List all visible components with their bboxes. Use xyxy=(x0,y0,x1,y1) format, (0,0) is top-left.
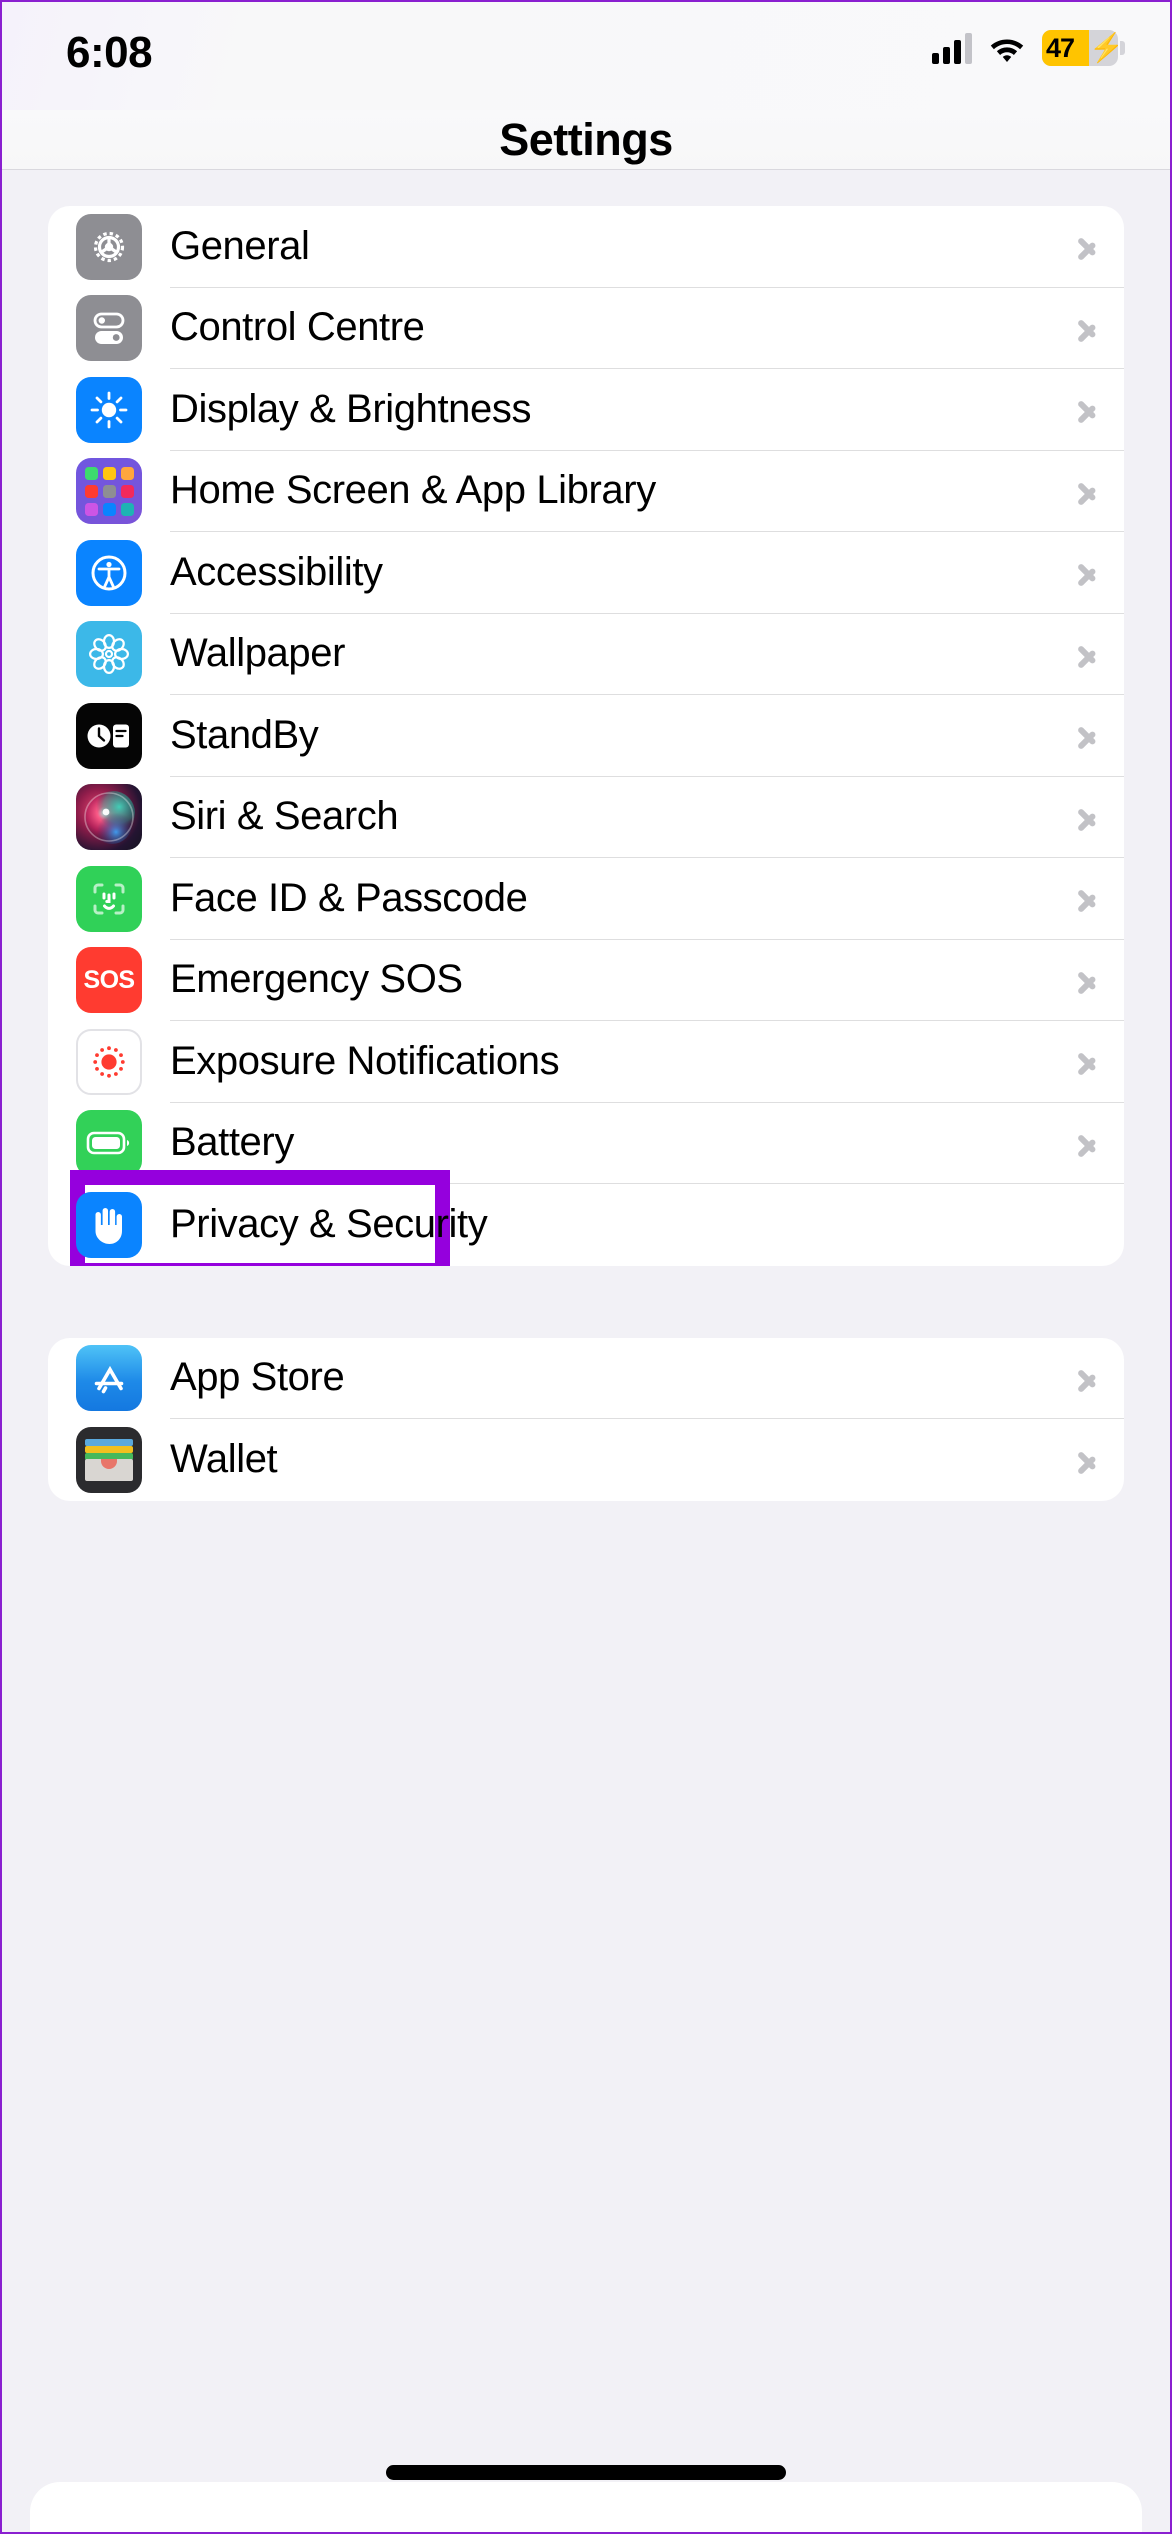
battery-icon xyxy=(76,1110,142,1177)
chevron-right-icon xyxy=(1078,1045,1096,1077)
chevron-right-icon xyxy=(1078,1444,1096,1476)
settings-row-home-screen[interactable]: Home Screen & App Library xyxy=(48,451,1124,532)
settings-scroll-view[interactable]: General Control Centre Display & Brightn… xyxy=(2,206,1170,1501)
exposure-dots-icon xyxy=(76,1028,142,1095)
settings-row-display-brightness[interactable]: Display & Brightness xyxy=(48,369,1124,451)
settings-row-label: App Store xyxy=(170,1355,345,1400)
settings-row-label: Battery xyxy=(170,1120,294,1165)
settings-row-label: General xyxy=(170,223,310,268)
clock-widget-icon xyxy=(76,702,142,769)
chevron-right-icon xyxy=(1078,393,1096,425)
battery-percent: 47 xyxy=(1046,33,1075,63)
chevron-right-icon xyxy=(1078,312,1096,344)
settings-row-label: StandBy xyxy=(170,712,319,757)
flower-icon xyxy=(76,621,142,688)
settings-row-wallet[interactable]: Wallet xyxy=(48,1419,1124,1501)
settings-row-face-id-passcode[interactable]: Face ID & Passcode xyxy=(48,858,1124,940)
bottom-sheet-edge xyxy=(30,2482,1142,2532)
store-settings-group: App Store Wallet xyxy=(48,1337,1124,1501)
phone-screen: 6:08 47 ⚡ Settings General Control Centr… xyxy=(0,0,1172,2534)
settings-row-exposure-notifications[interactable]: Exposure Notifications xyxy=(48,1021,1124,1103)
chevron-right-icon xyxy=(1078,230,1096,262)
accessibility-icon xyxy=(76,539,142,606)
settings-row-label: Siri & Search xyxy=(170,794,399,839)
chevron-right-icon xyxy=(1078,556,1096,588)
gear-icon xyxy=(76,213,142,280)
settings-row-label: Home Screen & App Library xyxy=(170,468,656,513)
settings-row-label: Wallpaper xyxy=(170,631,345,676)
settings-row-app-store[interactable]: App Store xyxy=(48,1338,1124,1419)
battery-icon: 47 ⚡ xyxy=(1042,30,1125,66)
chevron-right-icon xyxy=(1078,475,1096,507)
settings-row-control-centre[interactable]: Control Centre xyxy=(48,288,1124,369)
settings-row-siri-search[interactable]: Siri & Search xyxy=(48,777,1124,858)
chevron-right-icon xyxy=(1078,719,1096,751)
chevron-right-icon xyxy=(1078,638,1096,670)
siri-orb-icon xyxy=(76,784,142,851)
system-settings-group: General Control Centre Display & Brightn… xyxy=(48,206,1124,1266)
chevron-right-icon xyxy=(1078,1362,1096,1394)
nav-bar: Settings xyxy=(2,110,1170,170)
toggles-icon xyxy=(76,295,142,362)
settings-row-label: Privacy & Security xyxy=(170,1202,488,1247)
settings-row-label: Wallet xyxy=(170,1437,278,1482)
chevron-right-icon xyxy=(1078,801,1096,833)
wallet-icon xyxy=(76,1426,142,1493)
status-indicators: 47 ⚡ xyxy=(932,30,1125,66)
chevron-right-icon xyxy=(1078,882,1096,914)
settings-row-label: Face ID & Passcode xyxy=(170,875,528,920)
settings-row-label: Accessibility xyxy=(170,549,383,594)
settings-row-privacy-security[interactable]: Privacy & Security xyxy=(48,1184,1124,1266)
settings-row-emergency-sos[interactable]: SOS Emergency SOS xyxy=(48,940,1124,1021)
status-bar: 6:08 47 ⚡ xyxy=(2,2,1170,110)
cellular-bars-icon xyxy=(932,32,972,64)
hand-palm-icon xyxy=(76,1191,142,1258)
settings-row-label: Control Centre xyxy=(170,305,425,350)
sun-brightness-icon xyxy=(76,376,142,443)
settings-row-label: Display & Brightness xyxy=(170,386,532,431)
settings-row-label: Emergency SOS xyxy=(170,957,463,1002)
home-indicator[interactable] xyxy=(386,2465,786,2480)
settings-row-accessibility[interactable]: Accessibility xyxy=(48,532,1124,614)
chevron-right-icon xyxy=(1078,1127,1096,1159)
settings-row-general[interactable]: General xyxy=(48,206,1124,288)
settings-row-standby[interactable]: StandBy xyxy=(48,695,1124,777)
status-time: 6:08 xyxy=(66,28,153,77)
app-grid-icon xyxy=(76,458,142,525)
settings-row-label: Exposure Notifications xyxy=(170,1038,560,1083)
settings-row-battery[interactable]: Battery xyxy=(48,1103,1124,1184)
settings-row-wallpaper[interactable]: Wallpaper xyxy=(48,614,1124,695)
charging-bolt-icon: ⚡ xyxy=(1089,32,1124,63)
app-store-icon xyxy=(76,1345,142,1412)
sos-icon: SOS xyxy=(76,947,142,1014)
page-title: Settings xyxy=(499,113,673,165)
wifi-icon xyxy=(988,33,1026,63)
chevron-right-icon xyxy=(1078,964,1096,996)
face-id-icon xyxy=(76,865,142,932)
